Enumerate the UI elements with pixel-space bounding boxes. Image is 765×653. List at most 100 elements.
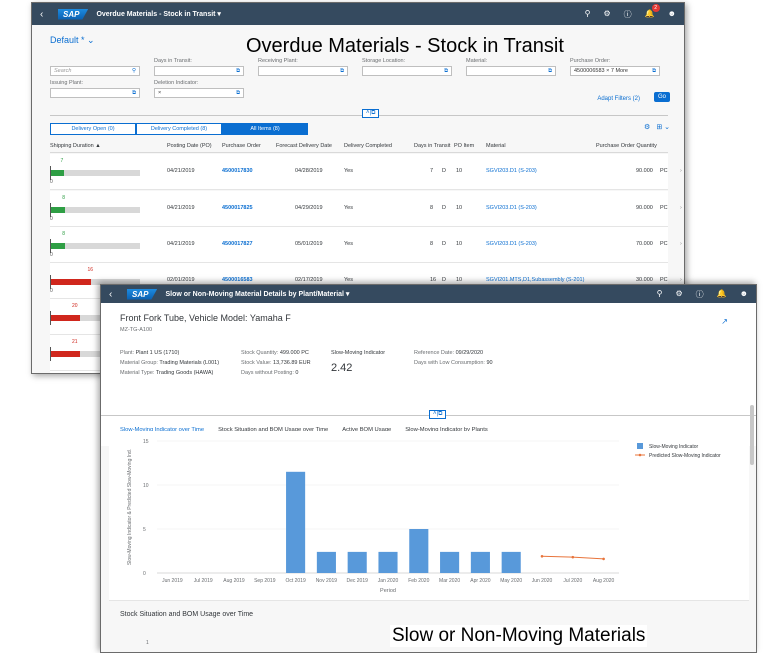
table-row[interactable]: 8 0 04/21/2019 4500017827 05/01/2019 Yes 8 D 10 S…	[50, 227, 682, 263]
settings-icon[interactable]: ⚙	[675, 289, 682, 300]
sap-logo[interactable]: SAP	[58, 8, 89, 20]
value-help-icon[interactable]: ⧉	[132, 89, 136, 98]
app-title[interactable]: Slow or Non-Moving Material Details by P…	[165, 290, 349, 298]
navigation-chevron-icon[interactable]: ›	[680, 241, 682, 247]
go-button[interactable]: Go	[653, 92, 670, 102]
adapt-filters-link[interactable]: Adapt Filters (2)	[597, 96, 640, 102]
duration-tick	[50, 347, 51, 361]
collapse-header-icon[interactable]: ˄|⧉	[362, 109, 380, 118]
navigation-chevron-icon[interactable]: ›	[680, 205, 682, 211]
table-row[interactable]: 7 0 04/21/2019 4500017830 04/28/2019 Yes 7 D 10 S…	[50, 154, 682, 190]
material-input[interactable]: ⧉	[466, 66, 556, 76]
purchase-order-label: Purchase Order:	[570, 58, 611, 64]
purchase-order-token[interactable]: 4500006583 × 7 More	[574, 68, 628, 74]
help-icon[interactable]: ⓘ	[624, 9, 632, 20]
material-link[interactable]: SGVI203.D1 (S-203)	[486, 205, 537, 211]
settings-icon[interactable]: ⚙	[603, 9, 610, 20]
purchase-order-link[interactable]: 4500017827	[222, 241, 253, 247]
notification-icon[interactable]: 🔔	[717, 289, 727, 300]
smi-chart: 0 5 10 15 Jun 2019 Jul 2019 Aug 2019 Sep 2019 Oc…	[127, 439, 721, 594]
chevron-down-icon[interactable]: ⌄	[87, 35, 95, 46]
table-row[interactable]: 8 0 04/21/2019 4500017825 04/29/2019 Yes 8 D 10 S…	[50, 191, 682, 227]
issuing-plant-input[interactable]: ⧉	[50, 88, 140, 98]
deletion-indicator-token[interactable]: ×	[158, 90, 161, 96]
duration-tick	[50, 203, 51, 217]
settings-icon[interactable]: ⚙	[644, 123, 650, 131]
col-shipping-duration[interactable]: Shipping Duration ▲	[50, 143, 101, 149]
notification-icon[interactable]: 🔔 2	[645, 3, 660, 20]
duration-fill	[50, 243, 66, 249]
po-uom: PC	[660, 277, 668, 283]
scrollbar[interactable]	[750, 405, 754, 465]
purchase-order-link[interactable]: 4500017825	[222, 205, 253, 211]
bar-slow-moving-indicator	[316, 551, 336, 573]
value-help-icon[interactable]: ⧉	[236, 67, 240, 76]
value-help-icon[interactable]: ⧉	[652, 67, 656, 76]
app-title[interactable]: Overdue Materials - Stock in Transit ▾	[96, 10, 221, 18]
purchase-order-link[interactable]: 4500016583	[222, 277, 253, 283]
col-delivery-completed[interactable]: Delivery Completed	[344, 143, 392, 149]
value-help-icon[interactable]: ⧉	[236, 89, 240, 98]
receiving-plant-input[interactable]: ⧉	[258, 66, 348, 76]
tab-delivery-open[interactable]: Delivery Open (0)	[50, 123, 136, 135]
help-icon[interactable]: ⓘ	[696, 289, 704, 300]
col-purchase-order[interactable]: Purchase Order	[222, 143, 261, 149]
back-icon[interactable]: ‹	[40, 9, 58, 20]
legend-swatch-point	[638, 453, 642, 457]
days-wo-value: 0	[295, 370, 299, 376]
days-wo-label: Days without Posting:	[241, 370, 294, 376]
search-input[interactable]: Search ⚲	[50, 66, 140, 76]
tab-delivery-completed[interactable]: Delivery Completed (8)	[136, 123, 222, 135]
legend-swatch-bar	[637, 443, 643, 449]
value-help-icon[interactable]: ⧉	[340, 67, 344, 76]
col-material[interactable]: Material	[486, 143, 506, 149]
tab-all-items[interactable]: All Items (8)	[222, 123, 308, 135]
material-link[interactable]: SGVI201.MTS,D1,Subassembly (S-201)	[486, 277, 584, 283]
type-value: Trading Goods (HAWA)	[155, 370, 214, 376]
user-icon[interactable]: ☻	[740, 289, 748, 300]
user-icon[interactable]: ☻	[668, 9, 676, 20]
days-unit: D	[442, 241, 446, 247]
filter-bar: Search ⚲ Days in Transit: ⧉ Receiving Plan…	[50, 58, 670, 102]
duration-zero: 0	[50, 179, 53, 185]
search-icon[interactable]: ⚲	[657, 289, 663, 300]
col-po-quantity[interactable]: Purchase Order Quantity	[596, 143, 657, 149]
forecast-date: 04/29/2019	[295, 205, 323, 211]
search-icon[interactable]: ⚲	[585, 9, 591, 20]
stage: ‹ SAP Overdue Materials - Stock in Trans…	[0, 0, 765, 653]
storage-location-input[interactable]: ⧉	[362, 66, 452, 76]
section2-tick: 1	[146, 640, 149, 646]
col-days-in-transit[interactable]: Days in Transit	[414, 143, 450, 149]
duration-value: 21	[72, 339, 78, 345]
value-help-icon[interactable]: ⧉	[548, 67, 552, 76]
value-help-icon[interactable]: ⧉	[444, 67, 448, 76]
material-label: Material:	[466, 58, 488, 64]
stock-val-label: Stock Value:	[241, 360, 272, 366]
days-in-transit-input[interactable]: ⧉	[154, 66, 244, 76]
navigation-chevron-icon[interactable]: ›	[680, 168, 682, 174]
variant-name[interactable]: Default *	[50, 35, 85, 45]
material-link[interactable]: SGVI203.D1 (S-203)	[486, 168, 537, 174]
collapse-header-icon[interactable]: ˄|⧉	[429, 410, 447, 419]
deletion-indicator-input[interactable]: × ⧉	[154, 88, 244, 98]
sap-logo[interactable]: SAP	[127, 288, 158, 300]
duration-tick	[50, 239, 51, 253]
bar-slow-moving-indicator	[470, 551, 490, 573]
export-icon[interactable]: ⊞ ⌄	[656, 123, 670, 131]
po-item: 10	[456, 168, 463, 174]
x-tick-label: Aug 2019	[223, 578, 245, 584]
navigation-chevron-icon[interactable]: ›	[680, 277, 682, 283]
point-predicted-indicator	[571, 555, 575, 559]
purchase-order-link[interactable]: 4500017830	[222, 168, 253, 174]
material-link[interactable]: SGVI203.D1 (S-203)	[486, 241, 537, 247]
col-posting-date[interactable]: Posting Date (PO)	[167, 143, 212, 149]
x-tick-label: Feb 2020	[408, 578, 429, 584]
x-tick-label: Jul 2019	[194, 578, 213, 584]
back-icon[interactable]: ‹	[109, 289, 127, 300]
posting-date: 04/21/2019	[167, 241, 195, 247]
col-forecast-date[interactable]: Forecast Delivery Date	[276, 143, 332, 149]
search-icon[interactable]: ⚲	[132, 67, 136, 76]
purchase-order-input[interactable]: 4500006583 × 7 More ⧉	[570, 66, 660, 76]
share-icon[interactable]: ↗	[721, 317, 728, 326]
col-po-item[interactable]: PO Item	[454, 143, 474, 149]
